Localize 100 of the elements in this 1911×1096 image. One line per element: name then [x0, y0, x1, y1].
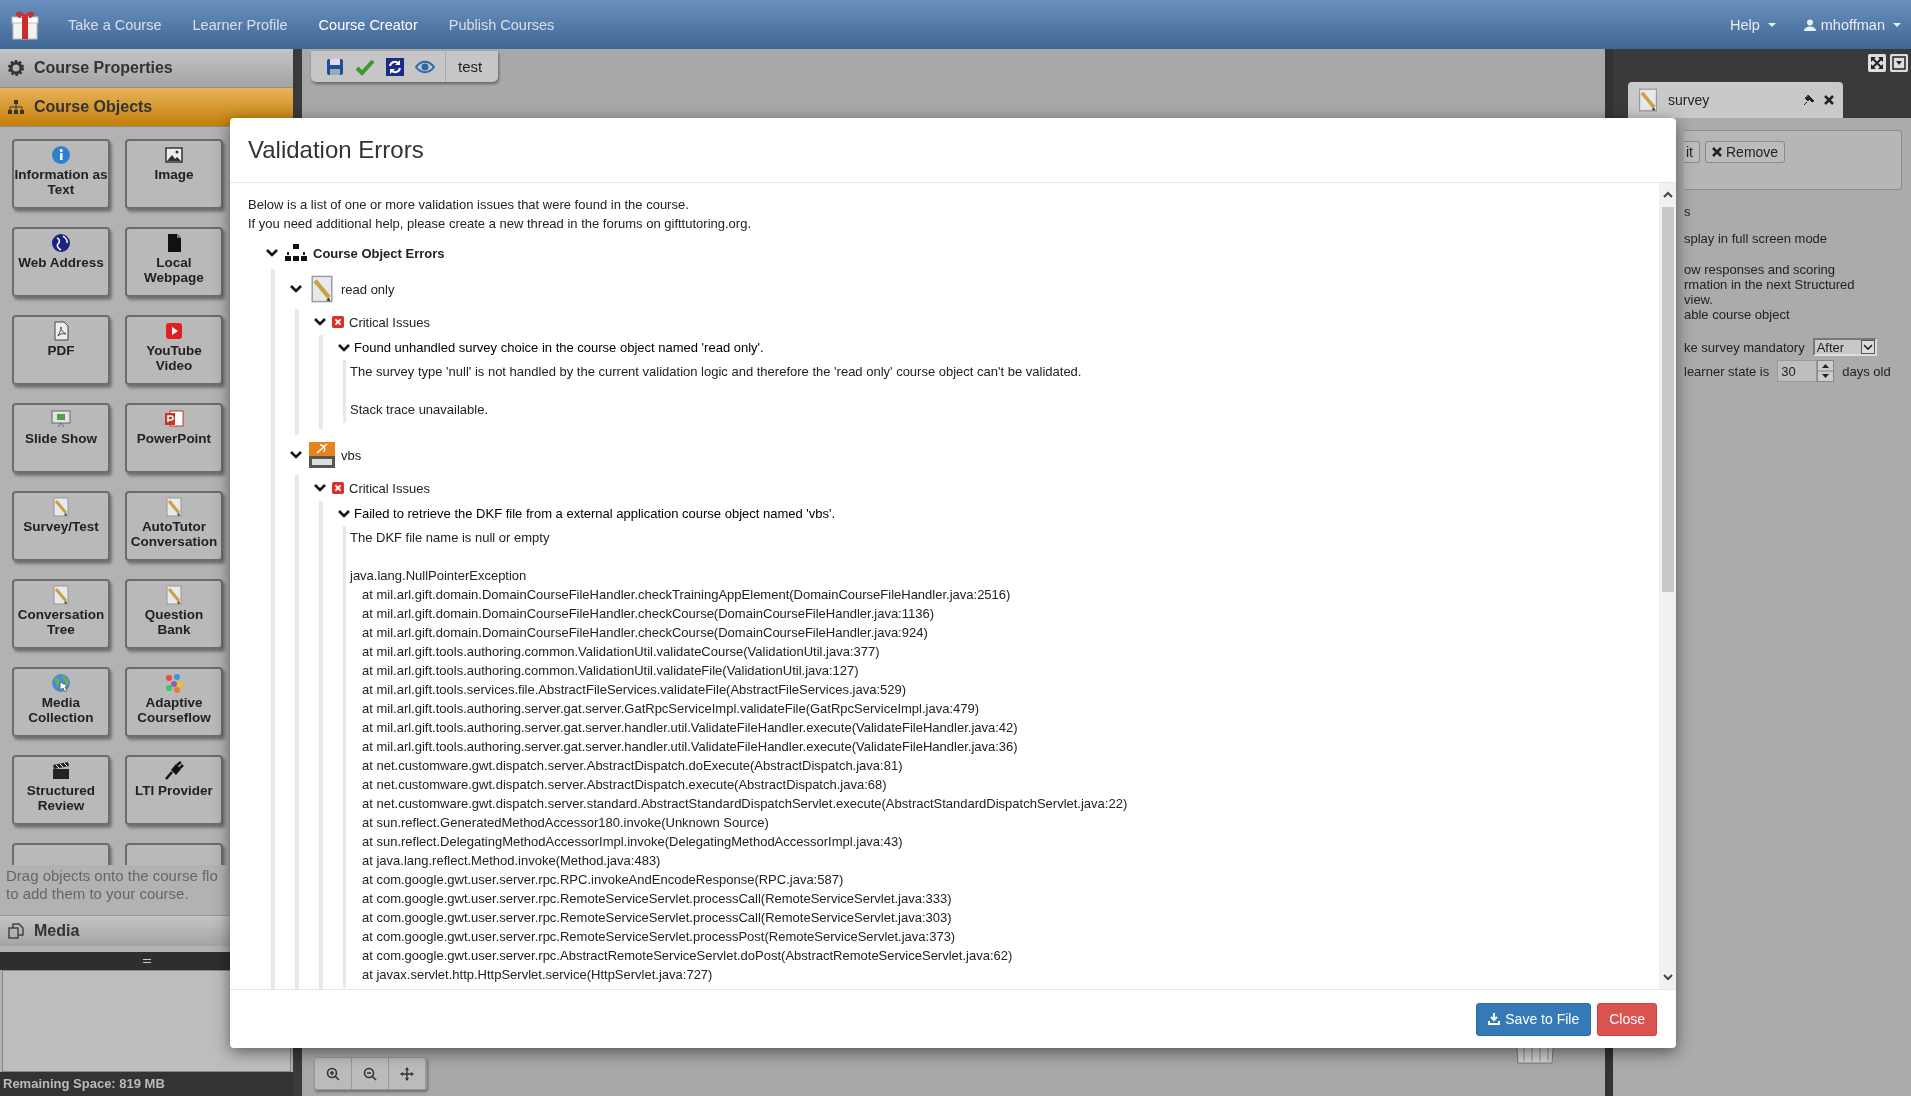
object-button[interactable]: Media Collection — [12, 667, 110, 737]
issue-title: Found unhandled survey choice in the course object named 'read only'. — [354, 340, 764, 355]
object-button[interactable]: Conversation Tree — [12, 579, 110, 649]
object-button[interactable]: Information as Text — [12, 139, 110, 209]
image-icon — [164, 145, 184, 165]
plug-icon — [164, 761, 184, 781]
object-button[interactable]: Question Bank — [125, 579, 223, 649]
stack-frame: at sun.reflect.GeneratedMethodAccessor180.invoke(Unknown Source) — [350, 813, 1659, 832]
refresh-icon[interactable] — [385, 56, 405, 77]
spinner-arrows-icon[interactable] — [1817, 360, 1835, 382]
detail-text: The survey type 'null' is not handled by the current validation logic and therefore the 'read only' course object can't be validated. — [350, 363, 1083, 381]
dropdown-icon[interactable] — [1890, 54, 1908, 72]
help-menu[interactable]: Help — [1729, 16, 1776, 33]
object-button[interactable]: Local Webpage — [125, 227, 223, 297]
presentation-icon — [51, 409, 71, 429]
error-icon — [332, 482, 344, 494]
caret-icon — [1860, 340, 1875, 354]
error-icon — [332, 316, 344, 328]
stack-frame: at mil.arl.gift.tools.authoring.server.gat.server.handler.util.ValidateFileHandler.execute(ValidateFileHandler.java:42) — [350, 718, 1659, 737]
user-icon — [1803, 18, 1816, 31]
globe-icon — [51, 233, 71, 253]
object-button[interactable]: Image — [125, 139, 223, 209]
field-label: ke survey mandatory — [1684, 339, 1805, 355]
zoom-in-icon[interactable] — [326, 1066, 340, 1081]
caret-icon — [1767, 22, 1776, 27]
notepad-icon — [51, 497, 71, 517]
slides-icon — [164, 409, 184, 429]
pdf-icon — [51, 321, 71, 341]
stack-frame: at mil.arl.gift.domain.DomainCourseFileHandler.checkTrainingAppElement(DomainCourseFileHandler.java:2516) — [350, 585, 1659, 604]
object-button[interactable]: Adaptive Courseflow — [125, 667, 223, 737]
section-header[interactable]: Course Objects — [0, 88, 293, 127]
nav-link[interactable]: Course Creator — [318, 16, 418, 33]
stack-frame: at java.lang.reflect.Method.invoke(Method.java:483) — [350, 851, 1659, 870]
storage-text: Remaining Space: 819 MB — [3, 1076, 165, 1091]
stack-frame: at com.google.gwt.user.server.rpc.RemoteServiceServlet.processCall(RemoteServiceServlet.java:333) — [350, 889, 1659, 908]
tree-label: Course Object Errors — [313, 245, 445, 261]
info-icon — [51, 145, 71, 165]
close-icon — [1712, 147, 1722, 157]
stack-frame: at mil.arl.gift.tools.services.file.AbstractFileServices.validateFile(AbstractFileServices.java:529) — [350, 680, 1659, 699]
stack-frame: at com.google.gwt.user.server.rpc.AbstractRemoteServiceServlet.doPost(AbstractRemoteServiceServlet.java:62) — [350, 946, 1659, 965]
remove-button[interactable]: Remove — [1705, 141, 1786, 163]
detail-text: The DKF file name is null or empty — [350, 529, 551, 547]
notepad-icon — [164, 497, 184, 517]
section-header[interactable]: Course Properties — [0, 49, 293, 88]
stack-frame: at net.customware.gwt.dispatch.server.standard.AbstractStandardDispatchServlet.execute(AbstractStandardDispatchServlet.java:22) — [350, 794, 1659, 813]
object-button[interactable]: Web Address — [12, 227, 110, 297]
tab-title: survey — [1668, 92, 1710, 108]
object-button[interactable]: Structured Review — [12, 755, 110, 825]
drag-handle-icon[interactable] — [142, 959, 151, 963]
tree-label: Critical Issues — [349, 314, 430, 330]
gear-icon — [8, 60, 24, 76]
save-icon[interactable] — [325, 56, 345, 77]
stack-frame: at mil.arl.gift.domain.DomainCourseFileHandler.checkCourse(DomainCourseFileHandler.java:924) — [350, 623, 1659, 642]
notepad-icon — [164, 585, 184, 605]
option-label: splay in full screen mode — [1684, 231, 1829, 246]
object-button[interactable]: AutoTutor Conversation — [125, 491, 223, 561]
stack-frame: at net.customware.gwt.dispatch.server.AbstractDispatch.doExecute(AbstractDispatch.java:81) — [350, 756, 1659, 775]
dropdown-field[interactable]: After — [1812, 338, 1877, 356]
tree-label: Critical Issues — [349, 480, 430, 496]
clapperboard-icon — [51, 761, 71, 781]
object-button[interactable]: PDF — [12, 315, 110, 385]
object-button[interactable]: Slide Show — [12, 403, 110, 473]
application-icon — [308, 441, 336, 469]
object-button[interactable]: LTI Provider — [125, 755, 223, 825]
intro-text: Below is a list of one or more validation issues that were found in the course. If you need additional help, please create a new thread in the forums on gifttutoring.org. — [248, 196, 752, 233]
globe-icon — [51, 673, 71, 693]
close-icon[interactable] — [1823, 94, 1835, 106]
number-field[interactable]: 30 — [1777, 360, 1818, 382]
notepad-icon — [51, 585, 71, 605]
zoom-out-icon[interactable] — [363, 1066, 377, 1081]
stack-frame: at mil.arl.gift.tools.authoring.server.gat.server.handler.util.ValidateFileHandler.execute(ValidateFileHandler.java:36) — [350, 737, 1659, 756]
detail-text: Stack trace unavailable. — [350, 401, 490, 419]
download-icon — [1488, 1013, 1501, 1025]
stack-frame: at mil.arl.gift.tools.authoring.common.ValidationUtil.validateCourse(ValidationUtil.java:377) — [350, 642, 1659, 661]
stack-frame: at mil.arl.gift.domain.DomainCourseFileHandler.checkCourse(DomainCourseFileHandler.java:1136) — [350, 604, 1659, 623]
issue-title: Failed to retrieve the DKF file from a external application course object named 'vbs'. — [354, 506, 836, 521]
user-menu[interactable]: mhoffman — [1803, 16, 1901, 33]
copy-icon — [8, 923, 24, 939]
expand-icon[interactable] — [1868, 54, 1886, 72]
panel-tab[interactable]: survey — [1628, 82, 1843, 118]
dots-icon — [164, 673, 184, 693]
object-button[interactable]: YouTube Video — [125, 315, 223, 385]
field-label: days old — [1842, 363, 1891, 379]
caret-icon — [1893, 22, 1901, 27]
stack-frame: at com.google.gwt.user.server.rpc.RPC.invokeAndEncodeResponse(RPC.java:587) — [350, 870, 1659, 889]
move-icon[interactable] — [400, 1066, 414, 1081]
scrollbar[interactable] — [1659, 183, 1676, 989]
close-button[interactable]: Close — [1597, 1002, 1657, 1036]
option-description: ow responses and scoring rmation in the next Structured view. able course object — [1684, 262, 1856, 322]
stack-frame: at javax.servlet.http.HttpServlet.service(HttpServlet.java:727) — [350, 965, 1659, 984]
stack-frame: at com.google.gwt.user.server.rpc.RemoteServiceServlet.processCall(RemoteServiceServlet.java:303) — [350, 908, 1659, 927]
save-button[interactable]: Save to File — [1476, 1002, 1592, 1036]
exception-name: java.lang.NullPointerException — [350, 567, 528, 585]
object-button[interactable]: Survey/Test — [12, 491, 110, 561]
stack-frame: at net.customware.gwt.dispatch.server.AbstractDispatch.execute(AbstractDispatch.java:68) — [350, 775, 1659, 794]
object-button[interactable]: PowerPoint — [125, 403, 223, 473]
notepad-icon — [1636, 88, 1660, 112]
stack-frame: at sun.reflect.DelegatingMethodAccessorImpl.invoke(DelegatingMethodAccessorImpl.java:43) — [350, 832, 1659, 851]
edit-button[interactable]: it — [1684, 141, 1700, 163]
option-label: s — [1684, 204, 1692, 219]
